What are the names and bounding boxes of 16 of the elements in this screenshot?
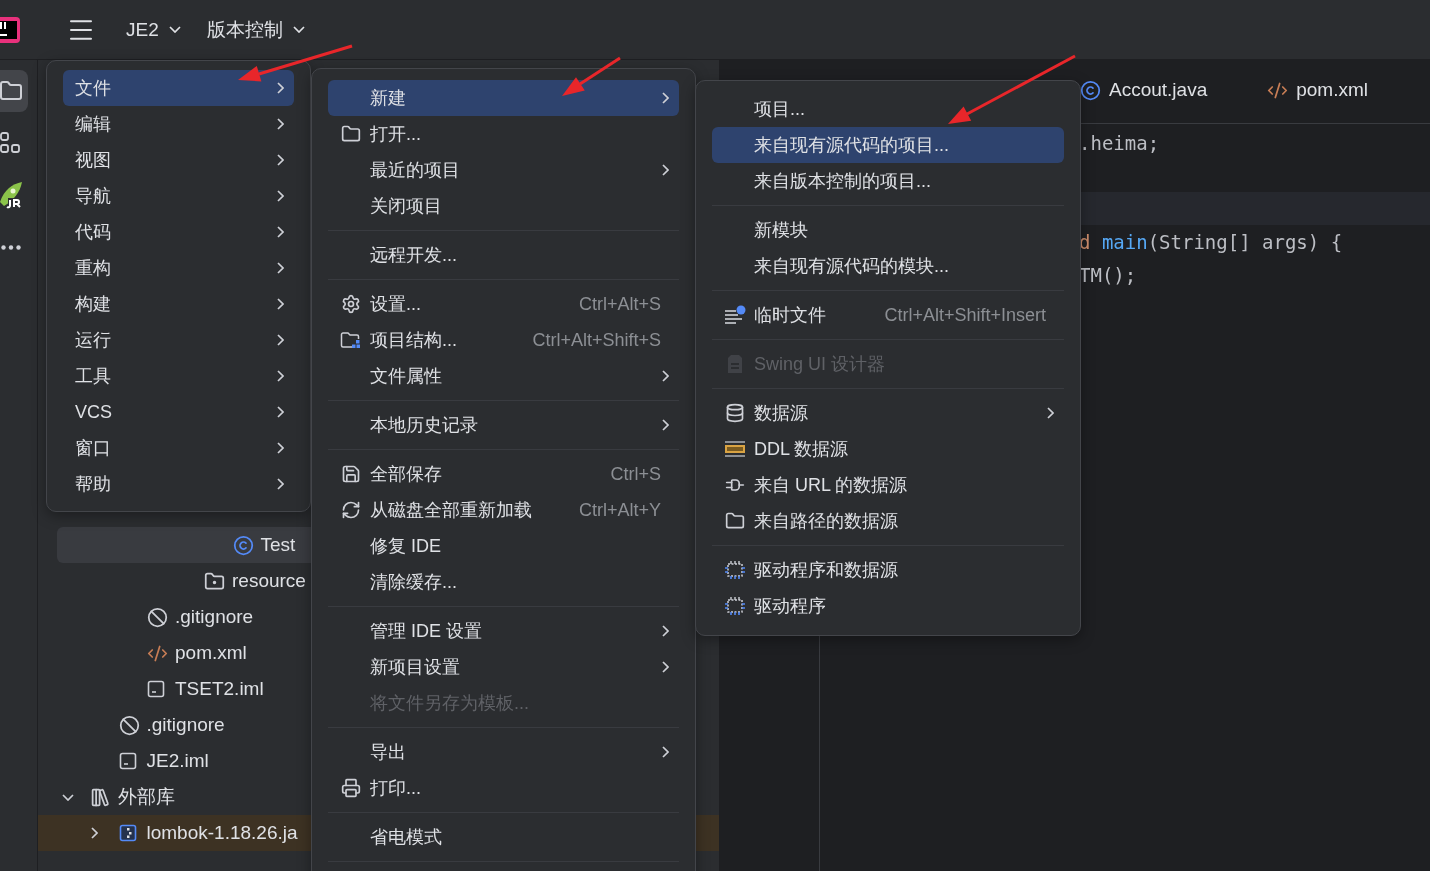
tree-item-label: 外部库 (118, 785, 175, 809)
tree-item-label: Test (260, 534, 296, 556)
shortcut-label: Ctrl+S (610, 463, 662, 485)
tree-item-label: .gitignore (175, 606, 254, 628)
shortcut-label: Ctrl+Alt+Shift+S (532, 329, 662, 351)
shortcut-label: Ctrl+Alt+Y (578, 499, 662, 521)
code-line: .heima; (1079, 131, 1160, 154)
tree-item-label: pom.xml (175, 642, 247, 664)
code-line: TM(); (1079, 263, 1137, 286)
tree-item-label: JE2.iml (146, 750, 209, 772)
tree-item-label: lombok-1.18.26.ja (146, 822, 298, 844)
shortcut-label: Ctrl+Alt+S (578, 293, 662, 315)
shortcut-label: Ctrl+Alt+Shift+Insert (884, 304, 1047, 326)
tree-item-label: .gitignore (146, 714, 225, 736)
tree-item-label: resource (232, 570, 306, 592)
tree-item-label: TSET2.iml (175, 678, 264, 700)
